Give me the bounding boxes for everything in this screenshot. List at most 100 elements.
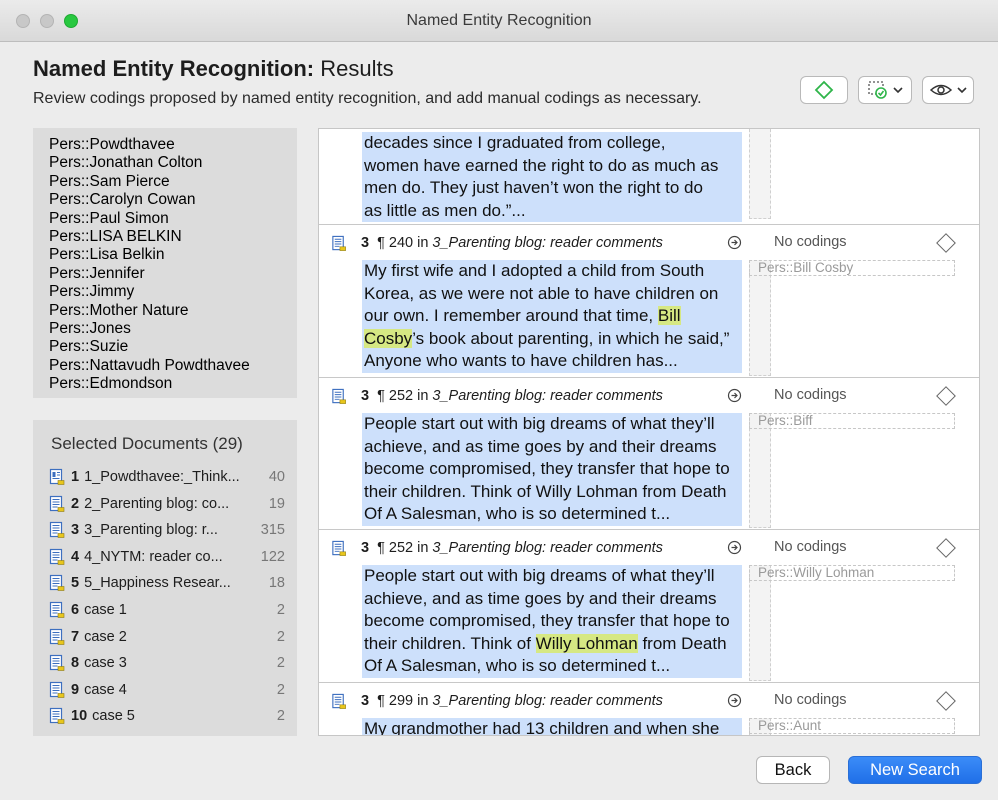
result-doc-number: 3 bbox=[361, 693, 370, 709]
result-item[interactable]: 3 ¶ 252 in 3_Parenting blog: reader commen… bbox=[319, 379, 979, 530]
result-text[interactable]: People start out with big dreams of what… bbox=[362, 565, 742, 678]
result-text-part: My grandmother had 13 children and when … bbox=[364, 719, 720, 736]
document-count: 2 bbox=[276, 708, 285, 725]
add-coding-button[interactable] bbox=[800, 76, 848, 104]
document-list-item[interactable]: 7 case 2 2 bbox=[49, 626, 285, 648]
document-count: 2 bbox=[276, 655, 285, 672]
result-item-partial[interactable]: decades since I graduated from college, … bbox=[319, 129, 979, 225]
eye-icon bbox=[929, 84, 953, 96]
document-list-item[interactable]: 5 5_Happiness Resear... 18 bbox=[49, 572, 285, 594]
code-list-item[interactable]: Pers::Edmondson bbox=[49, 375, 250, 393]
entity-highlight[interactable]: Willy Lohman bbox=[535, 633, 638, 653]
document-name: 2_Parenting blog: co... bbox=[84, 495, 230, 512]
result-text[interactable]: My grandmother had 13 children and when … bbox=[362, 718, 742, 736]
document-number: 6 bbox=[71, 602, 80, 618]
code-list-item[interactable]: Pers::Jones bbox=[49, 320, 250, 338]
document-name: case 3 bbox=[84, 655, 127, 672]
document-count: 2 bbox=[276, 602, 285, 618]
suggested-coding[interactable]: Pers::Aunt bbox=[749, 718, 955, 734]
document-list-item[interactable]: 2 2_Parenting blog: co... 19 bbox=[49, 493, 285, 515]
code-list-item[interactable]: Pers::Carolyn Cowan bbox=[49, 191, 250, 209]
result-item[interactable]: 3 ¶ 299 in 3_Parenting blog: reader commen… bbox=[319, 684, 979, 736]
selected-documents-title: Selected Documents (29) bbox=[51, 434, 243, 453]
coding-status: No codings bbox=[774, 692, 847, 708]
text-document-icon bbox=[332, 388, 346, 404]
codes-list-panel[interactable]: Pers::Powdthavee Pers::Jonathan Colton Per… bbox=[33, 128, 297, 398]
code-list-item[interactable]: Pers::Nattavudh Powdthavee bbox=[49, 357, 250, 375]
result-paragraph: ¶ 240 in bbox=[377, 235, 429, 251]
text-document-icon bbox=[49, 681, 65, 698]
diamond-add-icon bbox=[814, 80, 834, 100]
result-source: 3_Parenting blog: reader comments bbox=[432, 540, 663, 556]
code-list-item[interactable]: Pers::Mother Nature bbox=[49, 302, 250, 320]
text-document-icon bbox=[332, 235, 346, 251]
back-button[interactable]: Back bbox=[756, 756, 830, 784]
result-text[interactable]: My first wife and I adopted a child from… bbox=[362, 260, 742, 373]
code-list-item[interactable]: Pers::Paul Simon bbox=[49, 210, 250, 228]
code-list-item[interactable]: Pers::Sam Pierce bbox=[49, 173, 250, 191]
document-list-item[interactable]: 10 case 5 2 bbox=[49, 705, 285, 727]
suggested-coding[interactable]: Pers::Willy Lohman bbox=[749, 565, 955, 581]
document-list-item[interactable]: 3 3_Parenting blog: r... 315 bbox=[49, 519, 285, 541]
go-to-source-icon[interactable] bbox=[727, 540, 742, 555]
result-paragraph: ¶ 252 in bbox=[377, 540, 429, 556]
go-to-source-icon[interactable] bbox=[727, 388, 742, 403]
document-list-item[interactable]: 6 case 1 2 bbox=[49, 599, 285, 621]
go-to-source-icon[interactable] bbox=[727, 235, 742, 250]
suggested-coding[interactable]: Pers::Biff bbox=[749, 413, 955, 429]
document-name: 4_NYTM: reader co... bbox=[84, 548, 223, 565]
document-name: case 5 bbox=[92, 708, 135, 725]
document-number: 5 bbox=[71, 575, 80, 592]
add-coding-diamond-icon[interactable] bbox=[936, 386, 956, 406]
go-to-source-icon[interactable] bbox=[727, 693, 742, 708]
document-count: 18 bbox=[268, 575, 285, 592]
result-item[interactable]: 3 ¶ 252 in 3_Parenting blog: reader commen… bbox=[319, 531, 979, 683]
new-search-button[interactable]: New Search bbox=[848, 756, 982, 784]
result-source: 3_Parenting blog: reader comments bbox=[432, 388, 663, 404]
result-paragraph: ¶ 299 in bbox=[377, 693, 429, 709]
text-document-icon bbox=[49, 575, 65, 592]
selected-documents-panel: Selected Documents (29) 1 1_Powdthavee:_T… bbox=[33, 420, 297, 736]
document-name: case 1 bbox=[84, 602, 127, 618]
document-name: 1_Powdthavee:_Think... bbox=[84, 469, 240, 485]
add-coding-diamond-icon[interactable] bbox=[936, 538, 956, 558]
window-title: Named Entity Recognition bbox=[406, 12, 592, 29]
add-coding-diamond-icon[interactable] bbox=[936, 691, 956, 711]
code-list-item[interactable]: Pers::Lisa Belkin bbox=[49, 246, 250, 264]
document-number: 9 bbox=[71, 681, 80, 698]
document-list-item[interactable]: 4 4_NYTM: reader co... 122 bbox=[49, 546, 285, 568]
suggested-coding[interactable]: Pers::Bill Cosby bbox=[749, 260, 955, 276]
code-list-item[interactable]: Pers::Jennifer bbox=[49, 265, 250, 283]
text-document-icon bbox=[49, 628, 65, 645]
document-number: 2 bbox=[71, 495, 80, 512]
chevron-down-icon bbox=[957, 87, 967, 94]
document-count: 122 bbox=[260, 548, 285, 565]
result-text[interactable]: People start out with big dreams of what… bbox=[362, 413, 742, 526]
document-number: 7 bbox=[71, 628, 80, 645]
code-list-item[interactable]: Pers::Jimmy bbox=[49, 283, 250, 301]
document-list-item[interactable]: 1 1_Powdthavee:_Think... 40 bbox=[49, 466, 285, 488]
pdf-document-icon bbox=[49, 468, 65, 485]
results-list[interactable]: decades since I graduated from college, … bbox=[318, 128, 980, 736]
code-list-item[interactable]: Pers::Suzie bbox=[49, 338, 250, 356]
document-name: case 2 bbox=[84, 628, 127, 645]
result-item[interactable]: 3 ¶ 240 in 3_Parenting blog: reader commen… bbox=[319, 226, 979, 378]
code-list-item[interactable]: Pers::Powdthavee bbox=[49, 136, 250, 154]
code-list-item[interactable]: Pers::Jonathan Colton bbox=[49, 154, 250, 172]
result-doc-number: 3 bbox=[361, 388, 370, 404]
text-document-icon bbox=[49, 655, 65, 671]
document-number: 10 bbox=[71, 708, 88, 725]
selection-menu-button[interactable] bbox=[858, 76, 912, 104]
result-paragraph: ¶ 252 in bbox=[377, 388, 429, 404]
code-list-item[interactable]: Pers::LISA BELKIN bbox=[49, 228, 250, 246]
page-subtitle: Review codings proposed by named entity … bbox=[33, 90, 702, 107]
add-coding-diamond-icon[interactable] bbox=[936, 233, 956, 253]
document-list-item[interactable]: 9 case 4 2 bbox=[49, 679, 285, 701]
result-source: 3_Parenting blog: reader comments bbox=[432, 235, 663, 251]
view-menu-button[interactable] bbox=[922, 76, 974, 104]
text-document-icon bbox=[49, 548, 65, 565]
page-title: Named Entity Recognition: Results bbox=[33, 56, 394, 82]
document-name: 5_Happiness Resear... bbox=[84, 575, 231, 592]
result-source: 3_Parenting blog: reader comments bbox=[432, 693, 663, 709]
document-list-item[interactable]: 8 case 3 2 bbox=[49, 652, 285, 674]
